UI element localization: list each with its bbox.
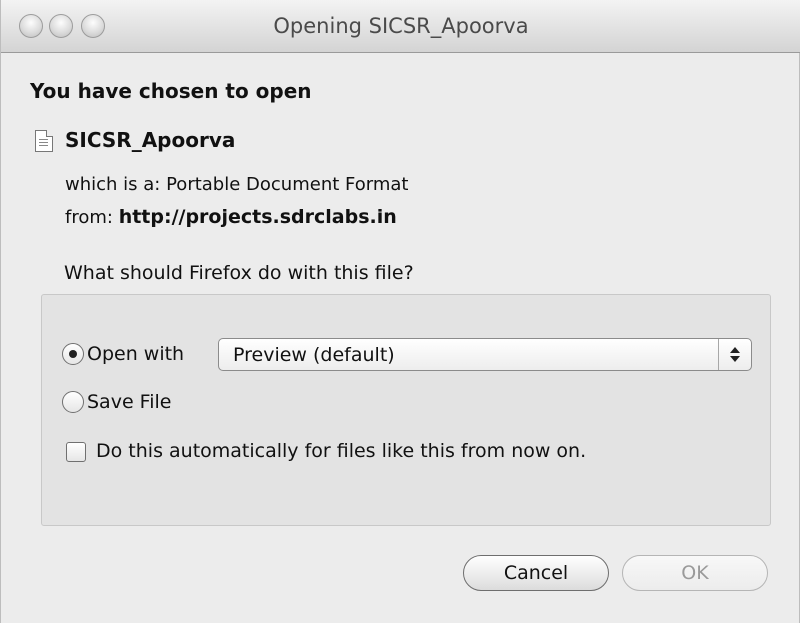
- file-type-value: Portable Document Format: [166, 174, 409, 195]
- file-source-row: from: http://projects.sdrclabs.in: [65, 206, 397, 228]
- cancel-button[interactable]: Cancel: [463, 555, 609, 591]
- action-question: What should Firefox do with this file?: [64, 262, 414, 284]
- title-bar[interactable]: Opening SICSR_Apoorva: [1, 0, 800, 53]
- file-type-row: which is a: Portable Document Format: [65, 174, 408, 195]
- window-title: Opening SICSR_Apoorva: [273, 14, 529, 38]
- ok-button[interactable]: OK: [622, 555, 768, 591]
- save-file-radio[interactable]: [62, 391, 84, 413]
- save-file-label[interactable]: Save File: [87, 391, 171, 413]
- open-with-app-select[interactable]: Preview (default): [218, 338, 752, 371]
- file-source-label: from:: [65, 207, 113, 228]
- open-with-label[interactable]: Open with: [87, 343, 184, 365]
- file-name: SICSR_Apoorva: [65, 128, 236, 152]
- document-icon: [35, 130, 53, 152]
- dialog-heading: You have chosen to open: [30, 79, 312, 103]
- updown-arrows-icon: [718, 339, 751, 370]
- file-type-label: which is a:: [65, 174, 161, 195]
- options-group: Open with Preview (default) Save File Do…: [41, 294, 771, 526]
- open-with-radio[interactable]: [62, 343, 84, 365]
- auto-action-label[interactable]: Do this automatically for files like thi…: [96, 440, 586, 462]
- auto-action-checkbox[interactable]: [66, 442, 86, 462]
- file-source-url: http://projects.sdrclabs.in: [118, 206, 397, 228]
- dialog-window: Opening SICSR_Apoorva You have chosen to…: [0, 0, 800, 623]
- open-with-app-value: Preview (default): [233, 344, 395, 366]
